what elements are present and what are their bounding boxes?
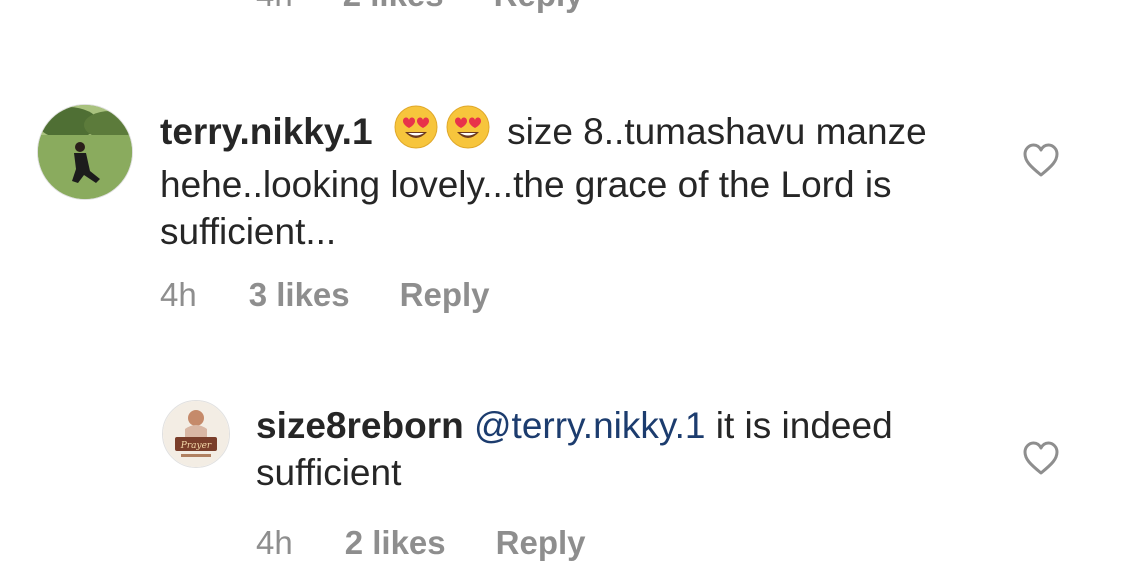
comment-meta: 4h 3 likes Reply <box>160 276 490 314</box>
heart-outline-icon[interactable] <box>1022 142 1060 178</box>
avatar[interactable] <box>37 104 133 200</box>
reply-button[interactable]: Reply <box>494 0 584 14</box>
previous-comment-meta: 4h 2 likes Reply <box>256 0 584 14</box>
comment-time: 4h <box>256 524 293 561</box>
svg-text:Prayer: Prayer <box>180 441 212 451</box>
mention-link[interactable]: @terry.nikky.1 <box>474 405 706 446</box>
reply-button[interactable]: Reply <box>496 524 586 562</box>
avatar[interactable]: Prayer <box>162 400 230 468</box>
heart-outline-icon[interactable] <box>1022 440 1060 476</box>
comment-time: 4h <box>160 276 197 313</box>
comment-body: terry.nikky.1 size 8..tumashavu manze he… <box>160 104 980 255</box>
reply-meta: 4h 2 likes Reply <box>256 524 586 562</box>
heart-eyes-emoji <box>445 104 491 161</box>
heart-eyes-emoji <box>393 104 439 161</box>
reply-body: size8reborn @terry.nikky.1 it is indeed … <box>256 402 976 496</box>
comment-username[interactable]: terry.nikky.1 <box>160 111 373 152</box>
likes-count-button[interactable]: 2 likes <box>343 0 444 14</box>
reply-button[interactable]: Reply <box>400 276 490 314</box>
comment-username[interactable]: size8reborn <box>256 405 464 446</box>
likes-count-button[interactable]: 2 likes <box>345 524 446 562</box>
likes-count-button[interactable]: 3 likes <box>249 276 350 314</box>
comment-time: 4h <box>256 0 293 14</box>
